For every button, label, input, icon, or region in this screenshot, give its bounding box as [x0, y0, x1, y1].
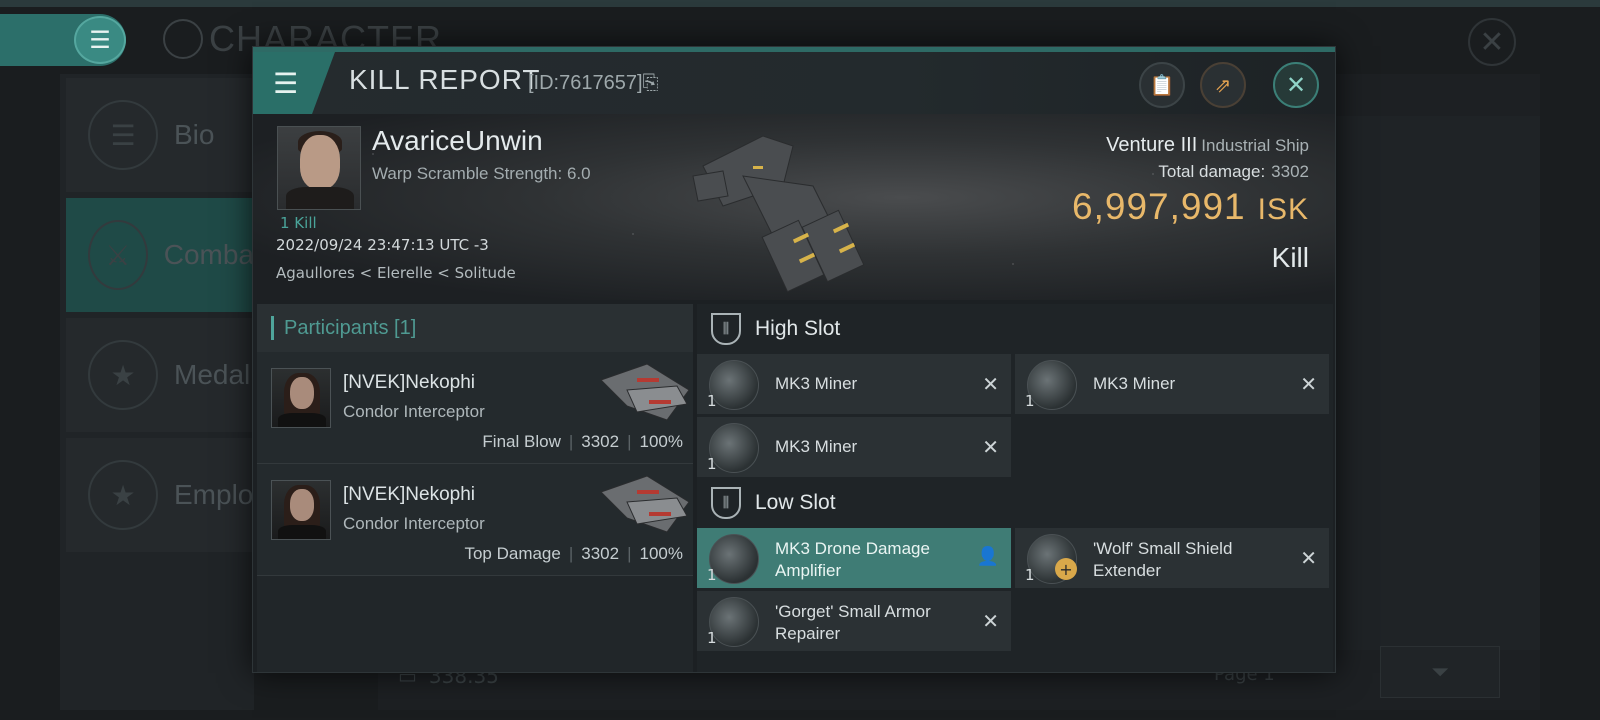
- total-damage: Total damage: 3302: [1158, 162, 1309, 181]
- sidebar-item-employment[interactable]: ★ Emplo: [66, 438, 254, 552]
- destroyed-x-icon: ✕: [1300, 372, 1317, 396]
- plus-badge-icon: +: [1055, 558, 1077, 580]
- destroyed-x-icon: ✕: [982, 435, 999, 459]
- sidebar-item-medal[interactable]: ★ Medal: [66, 318, 254, 432]
- kill-id[interactable]: [ID:7617657]⎘: [528, 72, 659, 95]
- module-item[interactable]: + 1 'Wolf' Small Shield Extender ✕: [1015, 528, 1329, 588]
- participant-name[interactable]: [NVEK]Nekophi: [343, 372, 475, 394]
- participant-stats: Final Blow | 3302 | 100%: [482, 432, 683, 451]
- victim-portrait[interactable]: [277, 126, 361, 210]
- victim-subtitle: Warp Scramble Strength: 6.0: [372, 164, 591, 183]
- participants-panel: Participants [1] [NVEK]Nekophi Condor In…: [257, 304, 693, 672]
- star-circle-icon: ★: [88, 460, 158, 530]
- high-slot-header: ⫼ High Slot: [697, 304, 1333, 354]
- modal-menu-button[interactable]: ☰: [253, 52, 335, 114]
- participant-ship-image[interactable]: [597, 360, 693, 428]
- kill-timestamp: 2022/09/24 23:47:13 UTC -3: [276, 236, 489, 254]
- modal-header: ☰ KILL REPORT [ID:7617657]⎘ 📋 ⇗ ✕: [253, 52, 1335, 114]
- participant-ship-image[interactable]: [597, 472, 693, 540]
- star-badge-icon: ★: [88, 340, 158, 410]
- high-slot-grid: 1 MK3 Miner ✕ 1 MK3 Miner ✕ 1 MK3 Miner …: [697, 354, 1333, 478]
- clipboard-icon: 📋: [1149, 73, 1175, 97]
- participant-name[interactable]: [NVEK]Nekophi: [343, 484, 475, 506]
- destroyed-x-icon: ✕: [982, 372, 999, 396]
- module-item[interactable]: 1 'Gorget' Small Armor Repairer ✕: [697, 591, 1011, 651]
- kill-banner: AvariceUnwin Warp Scramble Strength: 6.0…: [253, 114, 1335, 300]
- filter-icon: ⏷: [1431, 659, 1449, 685]
- bars-icon: ☰: [88, 100, 158, 170]
- destroyed-x-icon: ✕: [1300, 546, 1317, 570]
- kill-report-modal: ☰ KILL REPORT [ID:7617657]⎘ 📋 ⇗ ✕ Avaric…: [252, 46, 1336, 673]
- background-right-panel: [1334, 116, 1540, 650]
- low-slot-header: ⫼ Low Slot: [697, 478, 1333, 528]
- kill-location[interactable]: Agaullores < Elerelle < Solitude: [276, 264, 516, 282]
- low-slot-grid: 1 MK3 Drone Damage Amplifier 👤 + 1 'Wolf…: [697, 528, 1333, 658]
- participant-ship: Condor Interceptor: [343, 514, 485, 533]
- participant-avatar[interactable]: [271, 480, 331, 540]
- sidebar-item-combat[interactable]: ⚔ Comba: [66, 198, 254, 312]
- outcome-label: Kill: [1271, 242, 1309, 273]
- high-slot-icon: ⫼: [711, 313, 741, 345]
- close-button[interactable]: ✕: [1273, 62, 1319, 108]
- close-icon: ✕: [1479, 24, 1505, 60]
- low-slot-icon: ⫼: [711, 487, 741, 519]
- sidebar-item-bio[interactable]: ☰ Bio: [66, 78, 254, 192]
- crossed-swords-icon: ⚔: [88, 220, 148, 290]
- modal-title: KILL REPORT: [349, 64, 541, 95]
- module-item-selected[interactable]: 1 MK3 Drone Damage Amplifier 👤: [697, 528, 1011, 588]
- participant-stats: Top Damage | 3302 | 100%: [464, 544, 683, 563]
- hamburger-icon: ☰: [89, 26, 111, 54]
- participant-avatar[interactable]: [271, 368, 331, 428]
- victim-ship-image[interactable]: [683, 126, 883, 296]
- share-icon: ⇗: [1214, 73, 1232, 97]
- participant-ship: Condor Interceptor: [343, 402, 485, 421]
- share-button[interactable]: ⇗: [1200, 62, 1246, 108]
- module-item[interactable]: 1 MK3 Miner ✕: [1015, 354, 1329, 414]
- top-edge-line: [0, 0, 1600, 7]
- fitting-panel: ⫼ High Slot 1 MK3 Miner ✕ 1 MK3 Miner ✕ …: [697, 304, 1333, 672]
- background-filter-button[interactable]: ⏷: [1380, 646, 1500, 698]
- close-icon: ✕: [1285, 71, 1307, 99]
- background-close-button[interactable]: ✕: [1468, 18, 1516, 66]
- victim-name[interactable]: AvariceUnwin: [372, 125, 543, 157]
- participants-header: Participants [1]: [257, 304, 693, 352]
- module-item[interactable]: 1 MK3 Miner ✕: [697, 354, 1011, 414]
- participant-row[interactable]: [NVEK]Nekophi Condor Interceptor Final B…: [257, 352, 693, 464]
- isk-value: 6,997,991 ISK: [1072, 186, 1309, 227]
- ship-name[interactable]: Venture III Industrial Ship: [1106, 134, 1309, 157]
- hamburger-icon: ☰: [273, 66, 299, 100]
- vitruvian-icon: [163, 19, 203, 59]
- main-menu-button[interactable]: ☰: [74, 16, 126, 64]
- copy-id-icon[interactable]: ⎘: [643, 72, 659, 94]
- clipboard-button[interactable]: 📋: [1139, 62, 1185, 108]
- dropped-person-icon: 👤: [976, 546, 999, 567]
- module-item[interactable]: 1 MK3 Miner ✕: [697, 417, 1011, 477]
- kill-count: 1 Kill: [280, 214, 317, 232]
- destroyed-x-icon: ✕: [982, 609, 999, 633]
- participant-row[interactable]: [NVEK]Nekophi Condor Interceptor Top Dam…: [257, 464, 693, 576]
- background-sidebar: ☰ Bio ⚔ Comba ★ Medal ★ Emplo: [60, 74, 254, 710]
